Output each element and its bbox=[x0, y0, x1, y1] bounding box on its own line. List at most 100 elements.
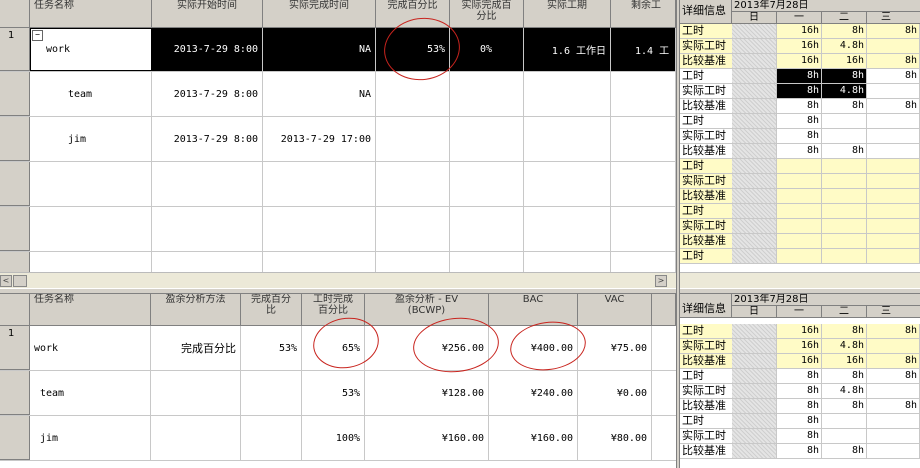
remaining-cell[interactable] bbox=[611, 117, 676, 161]
detail-value-cell[interactable] bbox=[822, 204, 867, 219]
detail-value-cell[interactable]: 8h bbox=[867, 324, 920, 339]
bac-cell[interactable]: ¥240.00 bbox=[489, 371, 578, 415]
table-row[interactable]: 1 − work 2013-7-29 8:00 NA 53% 0% 1.6 工作… bbox=[0, 28, 676, 72]
empty-cell[interactable] bbox=[611, 252, 676, 272]
ev-bcwp-cell[interactable]: ¥160.00 bbox=[365, 416, 489, 460]
task-name-cell[interactable]: work bbox=[30, 326, 151, 370]
empty-cell[interactable] bbox=[152, 162, 263, 206]
detail-value-cell[interactable] bbox=[867, 159, 920, 174]
detail-value-cell[interactable] bbox=[732, 234, 777, 249]
detail-value-cell[interactable]: 16h bbox=[777, 339, 822, 354]
detail-value-cell[interactable] bbox=[822, 429, 867, 444]
detail-value-cell[interactable] bbox=[732, 219, 777, 234]
work-pct-cell[interactable]: 100% bbox=[302, 416, 365, 460]
scroll-thumb[interactable] bbox=[13, 275, 27, 287]
detail-value-cell[interactable]: 8h bbox=[777, 399, 822, 414]
detail-value-cell[interactable]: 4.8h bbox=[822, 339, 867, 354]
detail-value-cell[interactable] bbox=[867, 144, 920, 159]
detail-value-cell[interactable]: 8h bbox=[867, 354, 920, 369]
detail-value-cell[interactable]: 16h bbox=[777, 39, 822, 54]
empty-cell[interactable] bbox=[450, 162, 524, 206]
actual-pct-cell[interactable] bbox=[450, 117, 524, 161]
detail-value-cell[interactable] bbox=[777, 159, 822, 174]
detail-value-cell[interactable] bbox=[867, 204, 920, 219]
actual-duration-cell[interactable]: 1.6 工作日 bbox=[524, 28, 611, 71]
detail-value-cell[interactable] bbox=[822, 234, 867, 249]
top-col-actual-start[interactable]: 实际开始时间 bbox=[152, 0, 263, 28]
actual-finish-cell[interactable]: NA bbox=[263, 72, 376, 116]
detail-value-cell[interactable] bbox=[777, 234, 822, 249]
empty-cell[interactable] bbox=[30, 162, 152, 206]
detail-value-cell[interactable]: 8h bbox=[822, 369, 867, 384]
detail-value-cell[interactable]: 8h bbox=[822, 144, 867, 159]
detail-value-cell[interactable] bbox=[732, 204, 777, 219]
row-number[interactable] bbox=[0, 117, 30, 161]
top-col-remaining[interactable]: 剩余工 bbox=[611, 0, 676, 28]
detail-value-cell[interactable] bbox=[867, 384, 920, 399]
actual-duration-cell[interactable] bbox=[524, 72, 611, 116]
row-number[interactable] bbox=[0, 416, 30, 460]
table-row[interactable]: jim 2013-7-29 8:00 2013-7-29 17:00 bbox=[0, 117, 676, 162]
detail-value-cell[interactable] bbox=[822, 114, 867, 129]
bac-cell[interactable]: ¥160.00 bbox=[489, 416, 578, 460]
detail-value-cell[interactable] bbox=[867, 339, 920, 354]
detail-value-cell[interactable] bbox=[732, 69, 777, 84]
detail-value-cell[interactable]: 8h bbox=[777, 369, 822, 384]
detail-value-cell[interactable]: 16h bbox=[777, 354, 822, 369]
scroll-right-button[interactable]: > bbox=[655, 275, 667, 287]
detail-value-cell[interactable] bbox=[732, 54, 777, 69]
empty-cell[interactable] bbox=[376, 162, 450, 206]
actual-start-cell[interactable]: 2013-7-29 8:00 bbox=[152, 28, 263, 71]
empty-cell[interactable] bbox=[611, 162, 676, 206]
empty-cell[interactable] bbox=[524, 252, 611, 272]
detail-value-cell[interactable] bbox=[732, 39, 777, 54]
detail-value-cell[interactable]: 8h bbox=[777, 414, 822, 429]
vac-cell[interactable]: ¥80.00 bbox=[578, 416, 652, 460]
pct-complete-cell[interactable]: 53% bbox=[241, 326, 302, 370]
detail-value-cell[interactable]: 8h bbox=[867, 69, 920, 84]
detail-value-cell[interactable]: 8h bbox=[777, 444, 822, 459]
ev-method-cell[interactable] bbox=[151, 371, 241, 415]
detail-value-cell[interactable] bbox=[822, 414, 867, 429]
row-number[interactable] bbox=[0, 252, 30, 272]
ev-method-cell[interactable] bbox=[151, 416, 241, 460]
task-name-cell[interactable]: team bbox=[30, 371, 151, 415]
detail-value-cell[interactable]: 8h bbox=[777, 129, 822, 144]
row-number[interactable] bbox=[0, 207, 30, 251]
bottom-col-vac[interactable]: VAC bbox=[578, 294, 652, 326]
task-name-cell[interactable]: − work bbox=[30, 28, 152, 71]
row-number[interactable]: 1 bbox=[0, 326, 30, 370]
pct-complete-cell[interactable] bbox=[241, 371, 302, 415]
top-col-actual-pct[interactable]: 实际完成百 分比 bbox=[450, 0, 524, 28]
detail-value-cell[interactable]: 8h bbox=[777, 69, 822, 84]
top-col-actual-duration[interactable]: 实际工期 bbox=[524, 0, 611, 28]
task-name-cell[interactable]: team bbox=[30, 72, 152, 116]
detail-value-cell[interactable]: 8h bbox=[822, 69, 867, 84]
row-number[interactable] bbox=[0, 371, 30, 415]
empty-cell[interactable] bbox=[263, 252, 376, 272]
pct-complete-cell[interactable] bbox=[241, 416, 302, 460]
detail-value-cell[interactable]: 8h bbox=[822, 444, 867, 459]
detail-hscroll[interactable] bbox=[680, 272, 920, 288]
detail-value-cell[interactable] bbox=[732, 24, 777, 39]
detail-value-cell[interactable]: 8h bbox=[777, 84, 822, 99]
empty-cell[interactable] bbox=[263, 207, 376, 251]
detail-value-cell[interactable] bbox=[732, 399, 777, 414]
detail-value-cell[interactable]: 8h bbox=[777, 144, 822, 159]
empty-cell[interactable] bbox=[30, 252, 152, 272]
top-col-name[interactable]: 任务名称 bbox=[30, 0, 152, 28]
detail-value-cell[interactable] bbox=[822, 159, 867, 174]
empty-cell[interactable] bbox=[376, 252, 450, 272]
detail-value-cell[interactable] bbox=[822, 249, 867, 264]
bottom-col-name[interactable]: 任务名称 bbox=[30, 294, 151, 326]
empty-cell[interactable] bbox=[152, 207, 263, 251]
actual-start-cell[interactable]: 2013-7-29 8:00 bbox=[152, 117, 263, 161]
detail-value-cell[interactable]: 8h bbox=[822, 324, 867, 339]
detail-value-cell[interactable] bbox=[777, 219, 822, 234]
detail-value-cell[interactable]: 8h bbox=[822, 99, 867, 114]
actual-finish-cell[interactable]: 2013-7-29 17:00 bbox=[263, 117, 376, 161]
empty-cell[interactable] bbox=[450, 207, 524, 251]
detail-value-cell[interactable] bbox=[732, 84, 777, 99]
scroll-left-button[interactable]: < bbox=[0, 275, 12, 287]
actual-pct-cell[interactable]: 0% bbox=[450, 28, 524, 71]
